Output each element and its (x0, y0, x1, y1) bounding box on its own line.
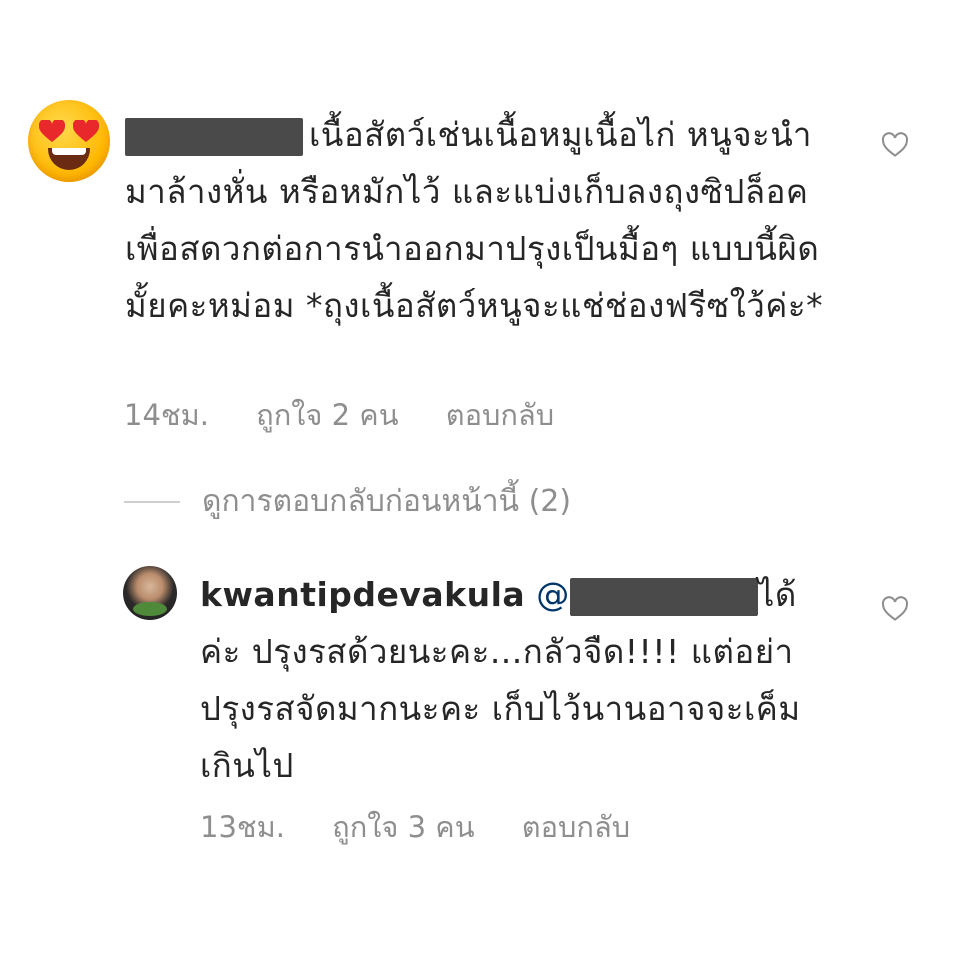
avatar-vegetable-detail (133, 602, 167, 616)
reply-avatar[interactable] (123, 566, 177, 620)
reply-reply-button[interactable]: ตอบกลับ (522, 810, 630, 844)
reply-body: kwantipdevakula @ ได้ค่ะ ปรุงรสด้วยนะคะ..… (200, 566, 820, 794)
heart-eye-left-icon (39, 120, 65, 142)
reply-username[interactable]: kwantipdevakula (200, 575, 525, 614)
redacted-mention (569, 577, 758, 616)
reply-timestamp: 13ชม. (200, 810, 285, 844)
reply-mention[interactable]: @ (536, 575, 758, 616)
redacted-username[interactable] (125, 117, 303, 156)
replies-divider-line (124, 500, 180, 503)
view-previous-replies-button[interactable]: ดูการตอบกลับก่อนหน้านี้ (2) (124, 478, 571, 525)
emoji-mouth (48, 148, 90, 170)
comment-likes-count[interactable]: ถูกใจ 2 คน (256, 398, 398, 432)
heart-eye-right-icon (73, 120, 99, 142)
mention-prefix: @ (536, 575, 570, 614)
view-previous-replies-label: ดูการตอบกลับก่อนหน้านี้ (2) (202, 484, 572, 519)
heart-eyes-emoji-avatar[interactable] (28, 100, 110, 182)
reply-like-heart-icon[interactable] (880, 594, 910, 624)
reply-likes-count[interactable]: ถูกใจ 3 คน (332, 810, 474, 844)
comment-reply-button[interactable]: ตอบกลับ (446, 398, 554, 432)
comment-body: เนื้อสัตว์เช่นเนื้อหมูเนื้อไก่ หนูจะนำมา… (125, 106, 825, 334)
reply-meta: 13ชม. ถูกใจ 3 คน ตอบกลับ (200, 804, 668, 850)
comment-meta: 14ชม. ถูกใจ 2 คน ตอบกลับ (124, 392, 592, 438)
comment-timestamp: 14ชม. (124, 398, 209, 432)
like-heart-icon[interactable] (880, 130, 910, 160)
